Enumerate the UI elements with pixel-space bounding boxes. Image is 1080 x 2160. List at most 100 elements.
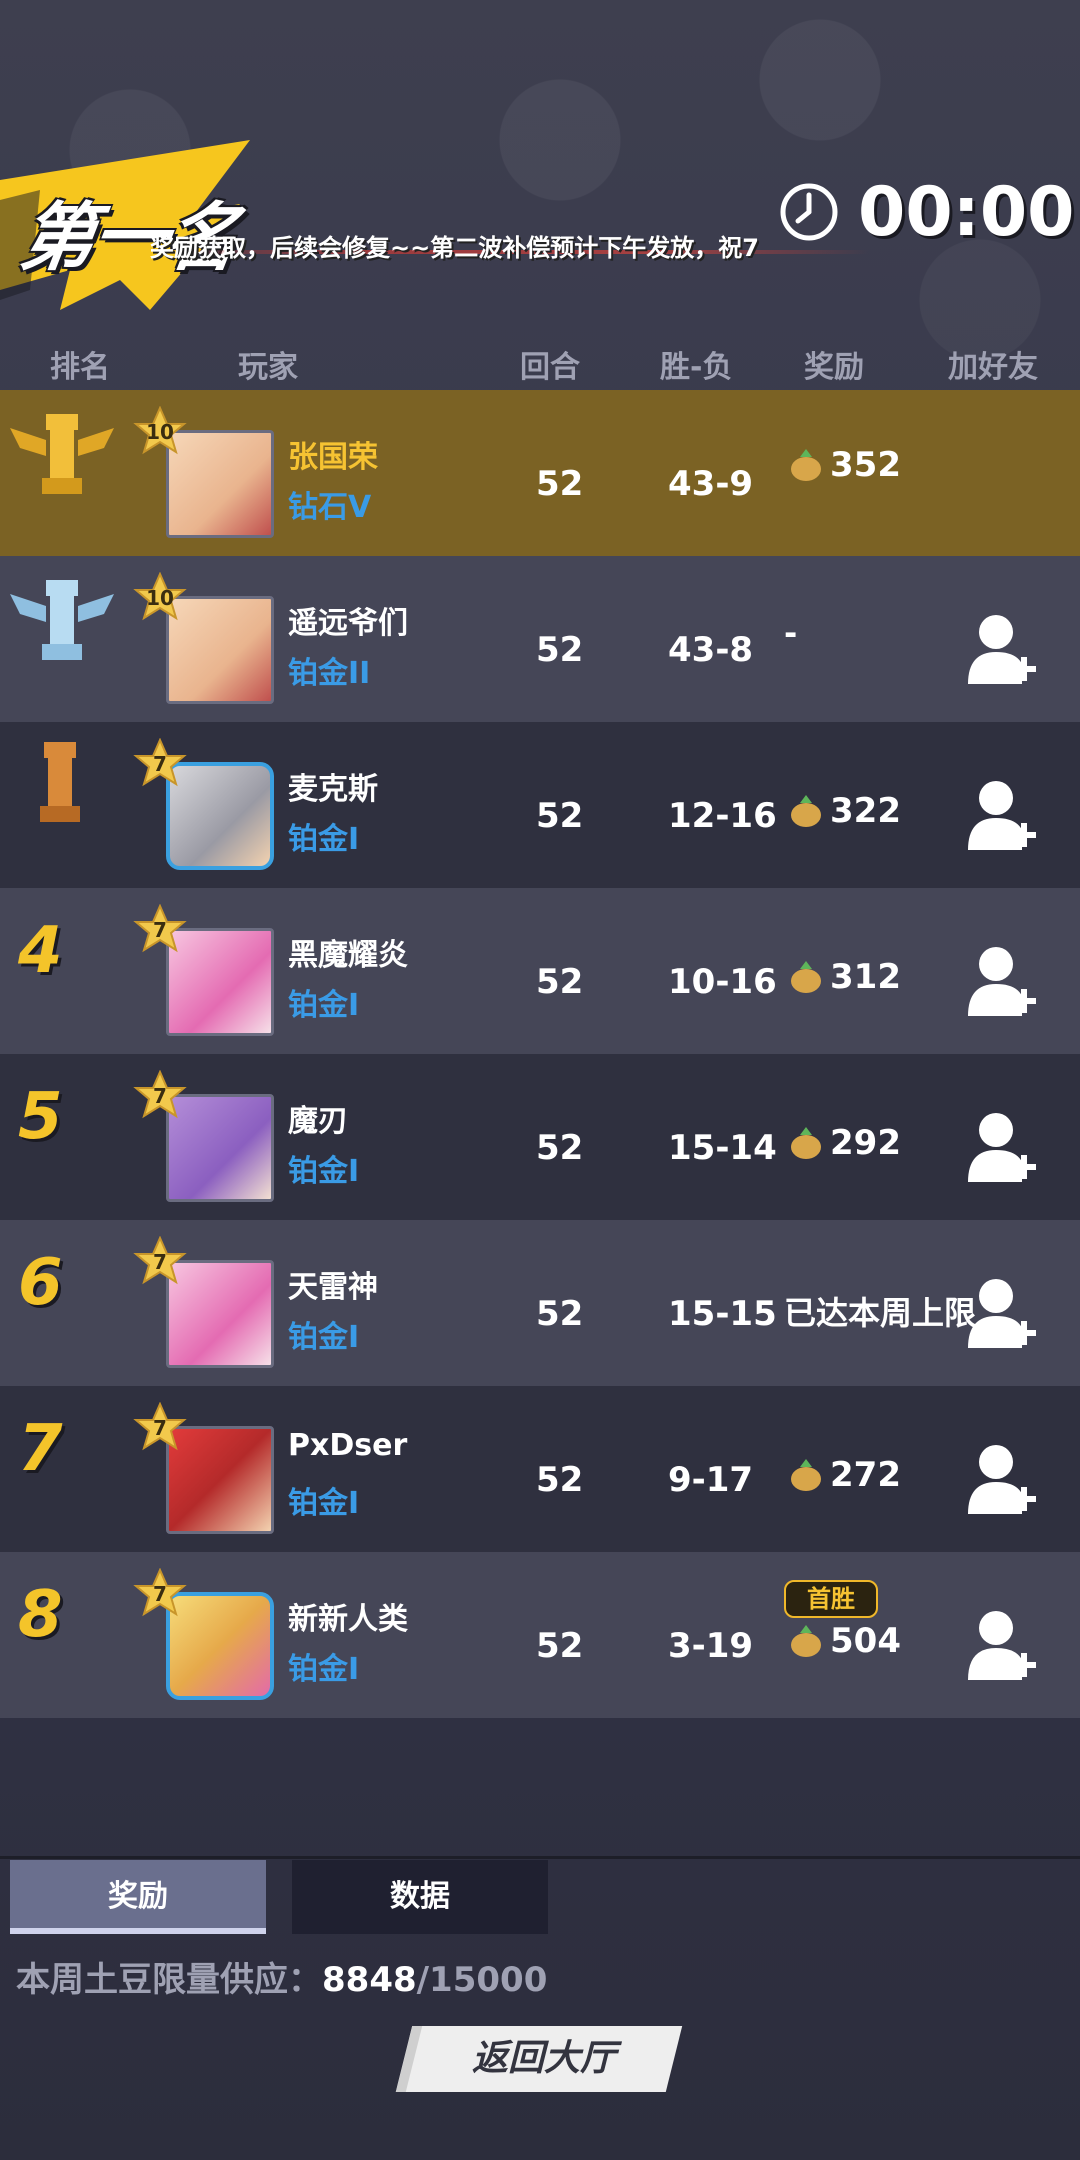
rounds-value: 52 bbox=[536, 962, 584, 1002]
reward: 292 bbox=[786, 1118, 901, 1168]
col-player: 玩家 bbox=[238, 350, 298, 385]
player-name[interactable]: 天雷神 bbox=[288, 1262, 378, 1306]
player-name[interactable]: 张国荣 bbox=[288, 432, 378, 476]
bronze-trophy-icon bbox=[40, 742, 80, 822]
player-name[interactable]: 麦克斯 bbox=[288, 764, 378, 808]
col-win-loss: 胜-负 bbox=[660, 350, 733, 385]
player-name[interactable]: 黑魔耀炎 bbox=[288, 930, 408, 974]
player-avatar-group[interactable]: 7 bbox=[132, 1235, 282, 1376]
player-tier: 钻石V bbox=[288, 490, 372, 525]
back-to-lobby-button[interactable]: 返回大厅 bbox=[395, 2026, 683, 2092]
rank-number: 8 bbox=[18, 1578, 63, 1652]
reward-value: 322 bbox=[830, 791, 901, 831]
gold-trophy-icon bbox=[10, 414, 114, 494]
announcement-marquee: 奖励获取，后续会修复~~第二波补偿预计下午发放，祝7 bbox=[150, 234, 759, 262]
potato-supply: 本周土豆限量供应：8848/15000 bbox=[16, 1952, 547, 2001]
rounds-value: 52 bbox=[536, 1294, 584, 1334]
level-value: 7 bbox=[153, 1250, 167, 1274]
level-value: 7 bbox=[153, 752, 167, 776]
player-avatar-group[interactable]: 7 bbox=[132, 1401, 282, 1542]
potato-icon bbox=[791, 1459, 821, 1491]
ranking-row: 10 张国荣 钻石V 52 43-9 352 bbox=[0, 390, 1080, 556]
reward-value: 312 bbox=[830, 957, 901, 997]
player-name[interactable]: 新新人类 bbox=[288, 1594, 408, 1638]
rounds-value: 52 bbox=[536, 1626, 584, 1666]
level-badge: 7 bbox=[132, 1401, 188, 1458]
player-avatar-group[interactable]: 7 bbox=[132, 1567, 282, 1708]
rank-number: 6 bbox=[18, 1246, 63, 1320]
reward: 352 bbox=[786, 440, 901, 490]
player-avatar-group[interactable]: 10 bbox=[132, 405, 282, 546]
level-value: 7 bbox=[153, 918, 167, 942]
tab-rewards[interactable]: 奖励 bbox=[10, 1860, 266, 1934]
ranking-row: 8 7 新新人类 铂金I 52 3-19 首胜 504 bbox=[0, 1552, 1080, 1718]
reward-value: - bbox=[784, 614, 798, 652]
divider bbox=[0, 1856, 1080, 1859]
win-loss-value: 10-16 bbox=[668, 962, 777, 1002]
reward-value: 352 bbox=[830, 445, 901, 485]
player-tier: 铂金I bbox=[288, 822, 360, 857]
match-timer: 00:00 bbox=[778, 172, 1074, 252]
col-rank: 排名 bbox=[50, 350, 110, 385]
level-badge: 10 bbox=[132, 405, 188, 462]
player-tier: 铂金I bbox=[288, 1486, 360, 1521]
ranking-row: 5 7 魔刃 铂金I 52 15-14 292 bbox=[0, 1054, 1080, 1220]
level-value: 7 bbox=[153, 1084, 167, 1108]
player-avatar-group[interactable]: 7 bbox=[132, 737, 282, 878]
reward-limit-note: 已达本周上限 bbox=[784, 1294, 977, 1332]
level-badge: 7 bbox=[132, 1069, 188, 1126]
add-friend-icon[interactable] bbox=[968, 612, 1038, 688]
player-avatar-group[interactable]: 10 bbox=[132, 571, 282, 712]
timer-value: 00:00 bbox=[858, 172, 1075, 252]
level-value: 10 bbox=[146, 586, 174, 610]
add-friend-icon[interactable] bbox=[968, 1110, 1038, 1186]
level-badge: 7 bbox=[132, 903, 188, 960]
win-loss-value: 3-19 bbox=[668, 1626, 754, 1666]
add-friend-icon[interactable] bbox=[968, 1442, 1038, 1518]
level-value: 10 bbox=[146, 420, 174, 444]
player-avatar-group[interactable]: 7 bbox=[132, 903, 282, 1044]
ranking-row: 6 7 天雷神 铂金I 52 15-15 已达本周上限 bbox=[0, 1220, 1080, 1386]
level-value: 7 bbox=[153, 1582, 167, 1606]
clock-icon bbox=[780, 183, 838, 241]
add-friend-icon[interactable] bbox=[968, 778, 1038, 854]
rank-number: 4 bbox=[18, 914, 63, 988]
back-button-label: 返回大厅 bbox=[471, 2038, 616, 2079]
reward: 504 bbox=[786, 1616, 901, 1666]
win-loss-value: 43-9 bbox=[668, 464, 754, 504]
supply-total: /15000 bbox=[416, 1960, 548, 2000]
player-name[interactable]: 遥远爷们 bbox=[288, 598, 408, 642]
silver-trophy-icon bbox=[10, 580, 114, 660]
player-tier: 铂金I bbox=[288, 988, 360, 1023]
potato-icon bbox=[791, 1625, 821, 1657]
column-headers: 排名 玩家 回合 胜-负 奖励 加好友 bbox=[0, 342, 1080, 388]
potato-icon bbox=[791, 1127, 821, 1159]
add-friend-icon[interactable] bbox=[968, 944, 1038, 1020]
rounds-value: 52 bbox=[536, 1128, 584, 1168]
win-loss-value: 15-15 bbox=[668, 1294, 777, 1334]
reward-value: 504 bbox=[830, 1621, 901, 1661]
win-loss-value: 15-14 bbox=[668, 1128, 777, 1168]
win-loss-value: 12-16 bbox=[668, 796, 777, 836]
col-add-friend: 加好友 bbox=[948, 350, 1038, 385]
player-tier: 铂金I bbox=[288, 1154, 360, 1189]
rounds-value: 52 bbox=[536, 1460, 584, 1500]
col-reward: 奖励 bbox=[804, 350, 864, 385]
level-badge: 10 bbox=[132, 571, 188, 628]
level-value: 7 bbox=[153, 1416, 167, 1440]
player-name[interactable]: 魔刃 bbox=[288, 1096, 348, 1140]
player-avatar-group[interactable]: 7 bbox=[132, 1069, 282, 1210]
win-loss-value: 43-8 bbox=[668, 630, 754, 670]
level-badge: 7 bbox=[132, 737, 188, 794]
rank-number: 5 bbox=[18, 1080, 63, 1154]
ranking-row: 10 遥远爷们 铂金II 52 43-8 - bbox=[0, 556, 1080, 722]
level-badge: 7 bbox=[132, 1235, 188, 1292]
add-friend-icon[interactable] bbox=[968, 1608, 1038, 1684]
reward: 312 bbox=[786, 952, 901, 1002]
rounds-value: 52 bbox=[536, 796, 584, 836]
tab-data[interactable]: 数据 bbox=[292, 1860, 548, 1934]
col-rounds: 回合 bbox=[520, 350, 580, 385]
player-name[interactable]: PxDser bbox=[288, 1428, 407, 1463]
player-tier: 铂金I bbox=[288, 1320, 360, 1355]
ranking-row: 7 麦克斯 铂金I 52 12-16 322 bbox=[0, 722, 1080, 888]
